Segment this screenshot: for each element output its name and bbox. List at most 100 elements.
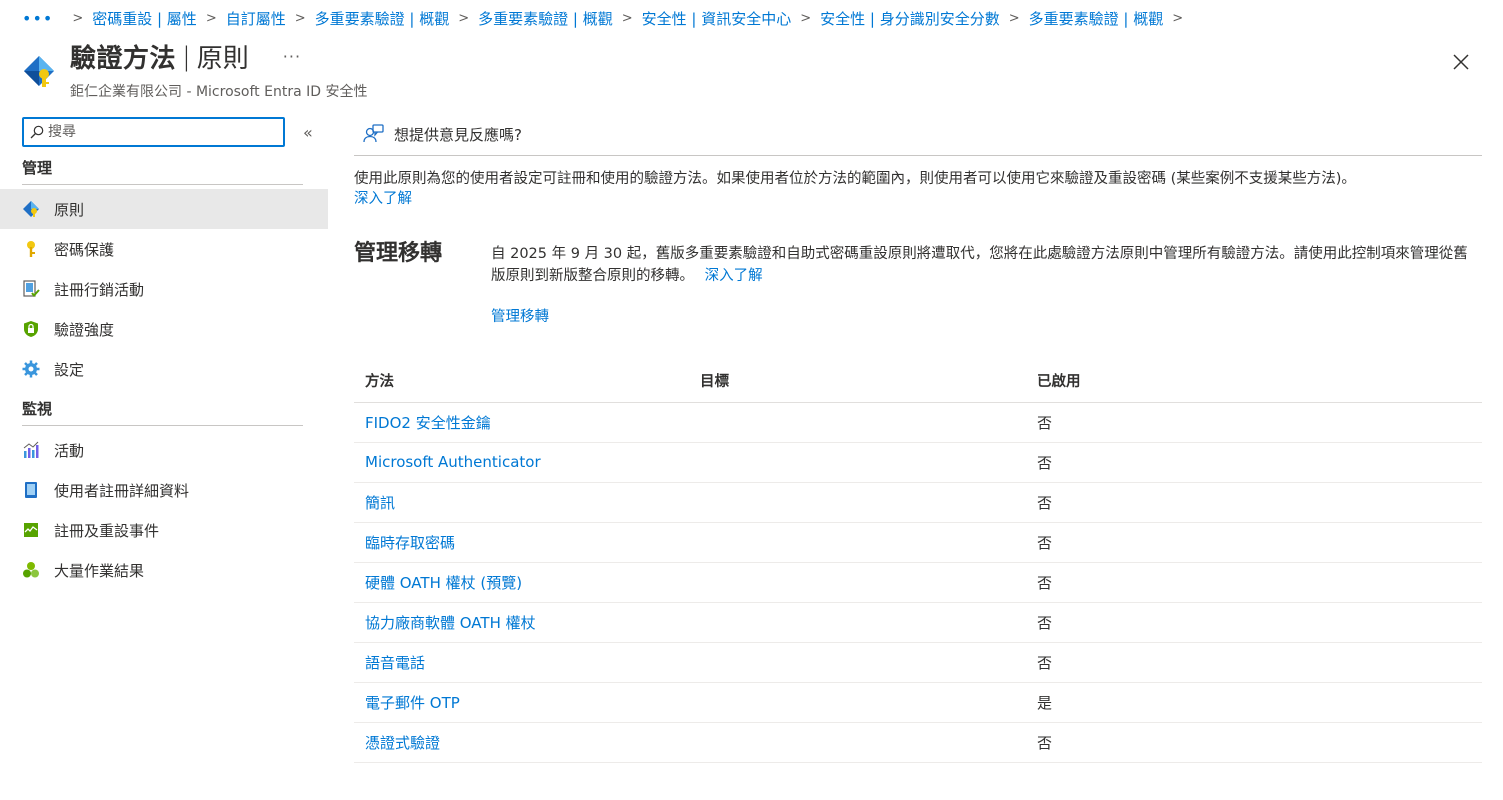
method-link[interactable]: 簡訊 [354, 482, 689, 523]
page-subtitle-section: 原則 [196, 44, 249, 74]
divider [354, 155, 1482, 156]
sidebar-item-label: 設定 [54, 360, 85, 379]
gear-icon [22, 360, 40, 378]
sidebar-item-registration-reset-events[interactable]: 註冊及重設事件 [0, 510, 328, 550]
sidebar-item-label: 使用者註冊詳細資料 [54, 481, 190, 500]
registration-campaign-icon [22, 280, 40, 298]
enabled-cell: 是 [1026, 682, 1482, 723]
feedback-label: 想提供意見反應嗎? [394, 125, 522, 144]
sidebar-item-bulk-operation-results[interactable]: 大量作業結果 [0, 550, 328, 590]
breadcrumb-item[interactable]: 安全性 | 資訊安全中心 [642, 8, 792, 29]
target-cell [689, 482, 1026, 523]
sidebar-item-label: 原則 [54, 200, 85, 219]
description-text: 使用此原則為您的使用者設定可註冊和使用的驗證方法。如果使用者位於方法的範圍內，則… [354, 171, 1356, 187]
migration-learn-more-link[interactable]: 深入了解 [705, 268, 763, 284]
more-options-icon[interactable]: ··· [283, 47, 301, 66]
sidebar-item-activity[interactable]: 活動 [0, 430, 328, 470]
sidebar-item-policies[interactable]: 原則 [0, 189, 328, 229]
column-header-enabled[interactable]: 已啟用 [1026, 360, 1482, 403]
method-link[interactable]: Microsoft Authenticator [354, 442, 689, 483]
sidebar-item-label: 註冊行銷活動 [54, 280, 145, 299]
column-header-method[interactable]: 方法 [354, 360, 689, 403]
chevron-right-icon: > [458, 10, 470, 26]
feedback-button[interactable]: 想提供意見反應嗎? [354, 114, 1482, 154]
enabled-cell: 否 [1026, 562, 1482, 603]
enabled-cell: 否 [1026, 602, 1482, 643]
collapse-sidebar-icon[interactable]: « [303, 123, 313, 142]
page-title: 驗證方法 [70, 44, 177, 74]
migration-title: 管理移轉 [354, 241, 443, 266]
events-icon [22, 521, 40, 539]
migration-text: 自 2025 年 9 月 30 起，舊版多重要素驗證和自助式密碼重設原則將遭取代… [491, 246, 1468, 284]
migration-body: 自 2025 年 9 月 30 起，舊版多重要素驗證和自助式密碼重設原則將遭取代… [491, 239, 1476, 328]
breadcrumb-more-icon[interactable]: ••• [22, 9, 53, 28]
method-link[interactable]: 憑證式驗證 [354, 722, 689, 763]
activity-chart-icon [22, 441, 40, 459]
sidebar-item-settings[interactable]: 設定 [0, 349, 328, 389]
sidebar-item-label: 密碼保護 [54, 240, 115, 259]
policy-description: 使用此原則為您的使用者設定可註冊和使用的驗證方法。如果使用者位於方法的範圍內，則… [354, 169, 1482, 209]
search-input[interactable] [48, 124, 268, 140]
table-row[interactable]: 電子郵件 OTP 是 [354, 682, 1482, 723]
sidebar-item-label: 驗證強度 [54, 320, 115, 339]
chevron-right-icon: > [72, 10, 84, 26]
policy-icon [22, 200, 40, 218]
breadcrumb-item[interactable]: 密碼重設 | 屬性 [92, 8, 197, 29]
enabled-cell: 否 [1026, 482, 1482, 523]
column-header-target[interactable]: 目標 [689, 360, 1026, 403]
method-link[interactable]: 硬體 OATH 權杖 (預覽) [354, 562, 689, 603]
table-row[interactable]: 語音電話 否 [354, 642, 1482, 683]
target-cell [689, 722, 1026, 763]
method-link[interactable]: 臨時存取密碼 [354, 522, 689, 563]
chevron-right-icon: > [800, 10, 812, 26]
breadcrumb-item[interactable]: 安全性 | 身分識別安全分數 [820, 8, 1000, 29]
table-row[interactable]: 憑證式驗證 否 [354, 722, 1482, 763]
method-link[interactable]: 語音電話 [354, 642, 689, 683]
target-cell [689, 402, 1026, 443]
close-icon[interactable] [1449, 50, 1473, 74]
breadcrumb: ••• > 密碼重設 | 屬性 > 自訂屬性 > 多重要素驗證 | 概觀 > 多… [22, 6, 1192, 30]
sidebar-item-user-registration-details[interactable]: 使用者註冊詳細資料 [0, 470, 328, 510]
target-cell [689, 642, 1026, 683]
user-details-icon [22, 481, 40, 499]
page-header: 驗證方法 | 原則 ··· 鉅仁企業有限公司 - Microsoft Entra… [20, 38, 367, 101]
enabled-cell: 否 [1026, 522, 1482, 563]
shield-lock-icon [22, 320, 40, 338]
manage-migration-link[interactable]: 管理移轉 [491, 306, 549, 328]
target-cell [689, 442, 1026, 483]
enabled-cell: 否 [1026, 722, 1482, 763]
sidebar-item-authentication-strength[interactable]: 驗證強度 [0, 309, 328, 349]
sidebar-item-registration-campaign[interactable]: 註冊行銷活動 [0, 269, 328, 309]
sidebar-item-label: 活動 [54, 441, 85, 460]
table-row[interactable]: 臨時存取密碼 否 [354, 522, 1482, 563]
breadcrumb-item[interactable]: 多重要素驗證 | 概觀 [315, 8, 450, 29]
table-row[interactable]: 硬體 OATH 權杖 (預覽) 否 [354, 562, 1482, 603]
target-cell [689, 602, 1026, 643]
learn-more-link[interactable]: 深入了解 [354, 191, 412, 207]
method-link[interactable]: FIDO2 安全性金鑰 [354, 402, 689, 443]
chevron-right-icon: > [1008, 10, 1020, 26]
table-row[interactable]: 簡訊 否 [354, 482, 1482, 523]
sidebar-item-label: 註冊及重設事件 [54, 521, 160, 540]
table-row[interactable]: FIDO2 安全性金鑰 否 [354, 402, 1482, 443]
section-header-manage: 管理 [22, 159, 53, 177]
migration-section: 管理移轉 自 2025 年 9 月 30 起，舊版多重要素驗證和自助式密碼重設原… [354, 239, 1482, 328]
chevron-right-icon: > [621, 10, 633, 26]
breadcrumb-item[interactable]: 多重要素驗證 | 概觀 [1029, 8, 1164, 29]
method-link[interactable]: 電子郵件 OTP [354, 682, 689, 723]
breadcrumb-item[interactable]: 自訂屬性 [226, 8, 286, 29]
table-row[interactable]: Microsoft Authenticator 否 [354, 442, 1482, 483]
table-header-row: 方法 目標 已啟用 [354, 360, 1482, 403]
search-box[interactable] [22, 117, 285, 147]
breadcrumb-item[interactable]: 多重要素驗證 | 概觀 [478, 8, 613, 29]
enabled-cell: 否 [1026, 442, 1482, 483]
chevron-right-icon: > [1172, 10, 1184, 26]
sidebar: « 管理 原則 密碼保護 [0, 114, 328, 590]
chevron-right-icon: > [205, 10, 217, 26]
key-icon [22, 240, 40, 258]
table-row[interactable]: 協力廠商軟體 OATH 權杖 否 [354, 602, 1482, 643]
sidebar-item-password-protection[interactable]: 密碼保護 [0, 229, 328, 269]
method-link[interactable]: 協力廠商軟體 OATH 權杖 [354, 602, 689, 643]
target-cell [689, 562, 1026, 603]
feedback-icon [363, 124, 384, 143]
